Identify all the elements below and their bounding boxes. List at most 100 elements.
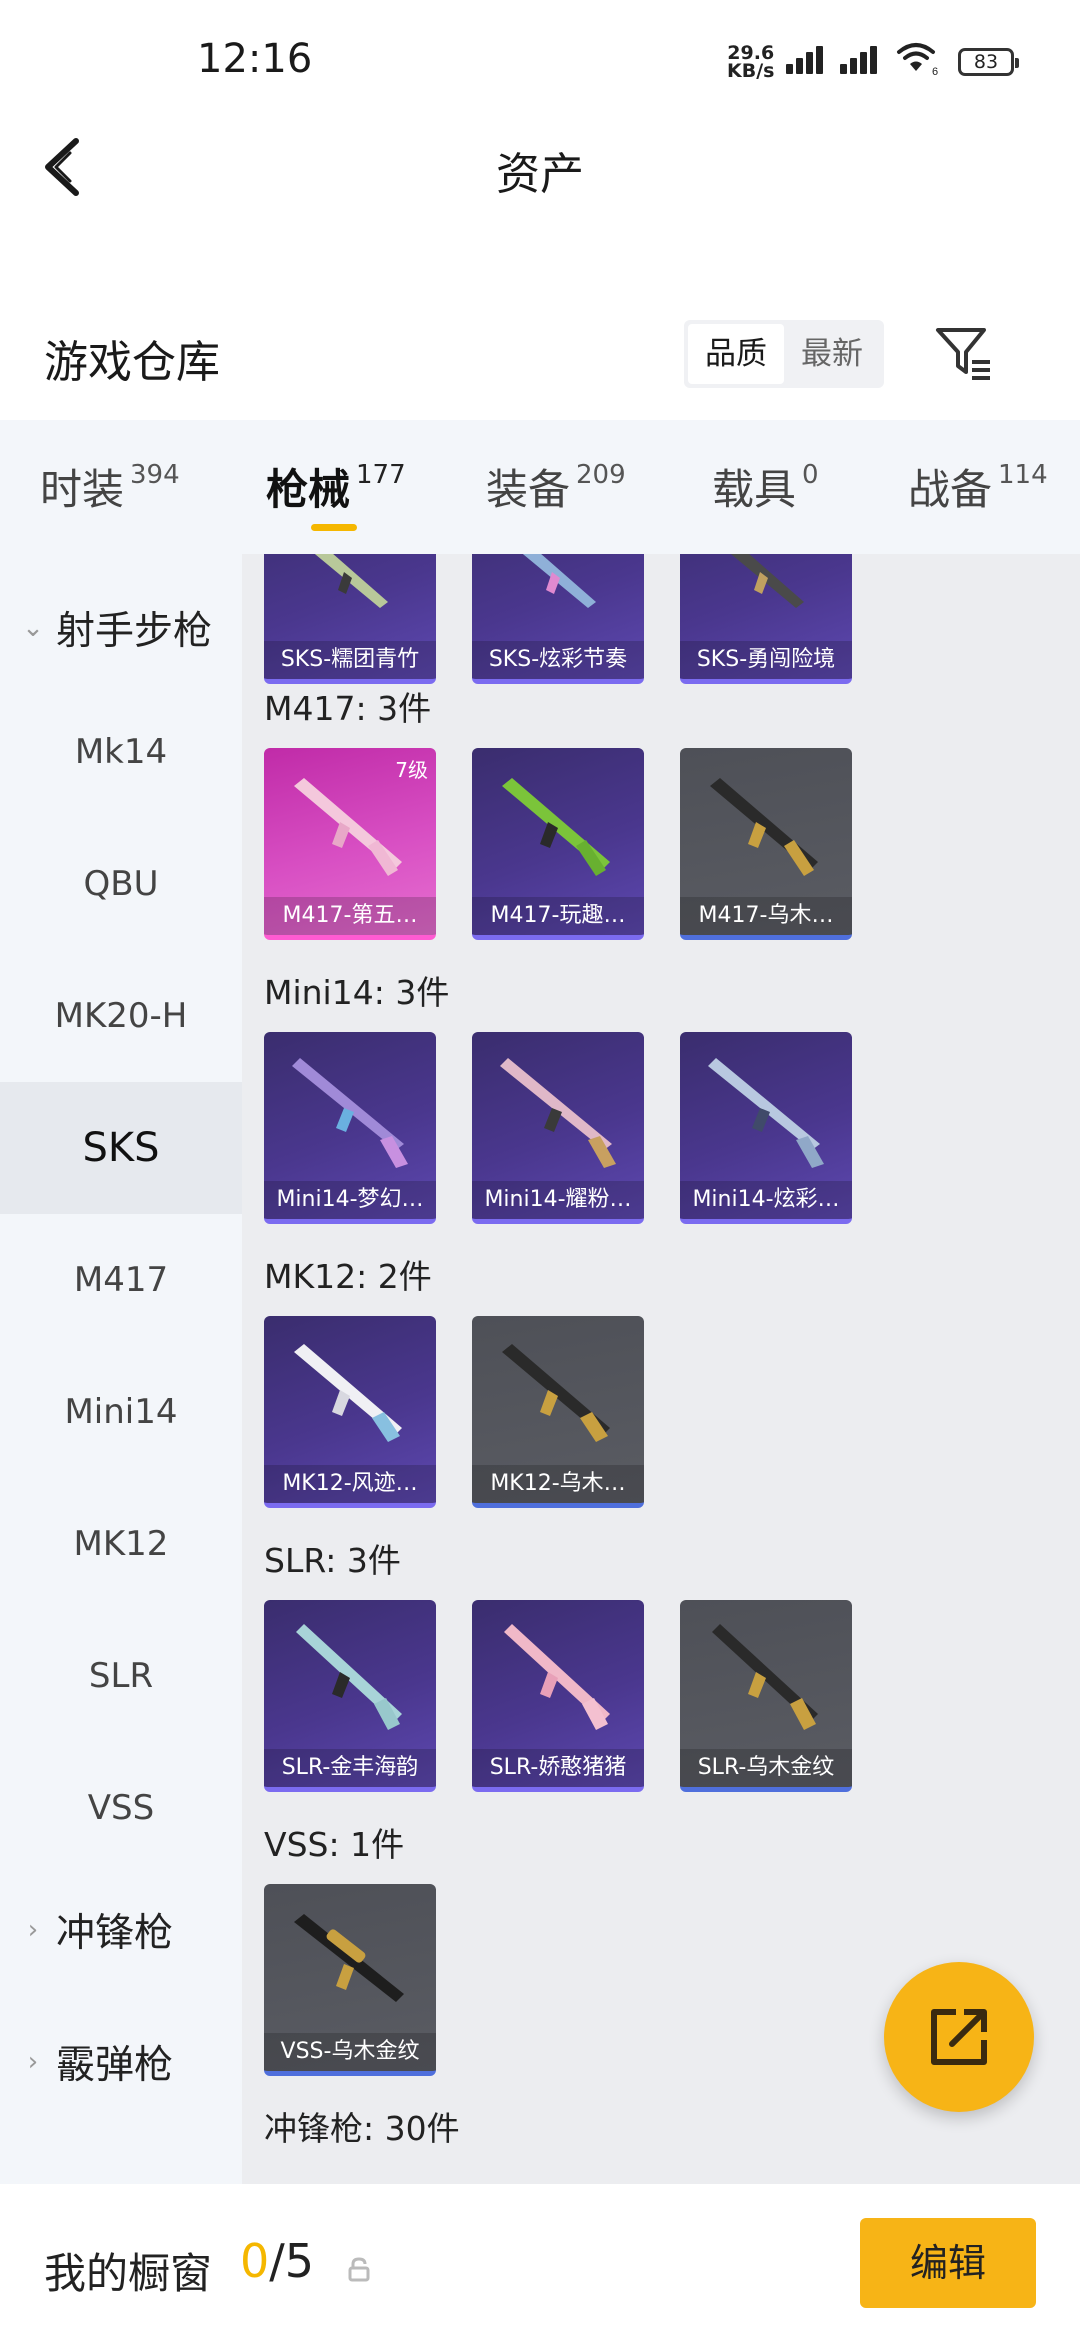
tab-count: 209 [576, 460, 626, 490]
sidebar-group-label: 射手步枪 [56, 609, 213, 654]
rifle-icon [712, 1624, 818, 1730]
lock-icon [348, 2257, 370, 2282]
showcase-label: 我的橱窗 [44, 2249, 213, 2298]
section-title: M417: 3件 [264, 689, 432, 728]
weapon-card-label: MK12-乌木… [472, 1465, 644, 1503]
weapon-card[interactable]: MK12-乌木… [472, 1316, 644, 1508]
sidebar-group-label: 霰弹枪 [56, 2043, 174, 2088]
sidebar-item-vss[interactable]: VSS [0, 1742, 242, 1874]
sidebar-item-mk14[interactable]: Mk14 [0, 686, 242, 818]
weapon-card-label: SLR-金丰海韵 [264, 1749, 436, 1787]
chevron-down-icon: ⌄ [22, 613, 44, 643]
weapon-card-label: M417-乌木… [680, 897, 852, 935]
weapon-card[interactable]: VSS-乌木金纹 [264, 1884, 436, 2076]
weapon-card[interactable]: 7级 M417-第五… [264, 748, 436, 940]
tab-vehicles[interactable]: 载具 0 [712, 456, 819, 517]
sidebar-item-mini14[interactable]: Mini14 [0, 1346, 242, 1478]
showcase-total: 5 [284, 2234, 315, 2288]
weapon-card-label: SLR-娇憨猪猪 [472, 1749, 644, 1787]
sidebar-item-slr[interactable]: SLR [0, 1610, 242, 1742]
sort-option-newest[interactable]: 最新 [784, 324, 880, 384]
sidebar-item-sks[interactable]: SKS [0, 1082, 242, 1214]
weapon-card-label: M417-第五… [264, 897, 436, 935]
weapon-type-sidebar: ⌄ 射手步枪 Mk14 QBU MK20-H SKS M417 Mini14 MK… [0, 554, 242, 2184]
tab-label: 战备 [908, 465, 993, 514]
network-speed: 29.6 KB/s [727, 44, 775, 82]
signal-icon [786, 46, 832, 74]
weapon-card[interactable]: Mini14-梦幻… [264, 1032, 436, 1224]
tab-firearms[interactable]: 枪械 177 [266, 456, 406, 517]
tab-count: 394 [130, 460, 180, 490]
weapon-card[interactable]: SKS-勇闯险境 [680, 554, 852, 684]
section-title: SLR: 3件 [264, 1541, 401, 1580]
sort-toggle: 品质 最新 [684, 320, 884, 388]
weapon-card-label: SKS-糯团青竹 [264, 641, 436, 679]
share-button[interactable] [884, 1962, 1034, 2112]
tab-equipment[interactable]: 装备 209 [486, 456, 626, 517]
sidebar-item-mk20h[interactable]: MK20-H [0, 950, 242, 1082]
section-title: Mini14: 3件 [264, 973, 450, 1012]
active-tab-indicator [311, 524, 357, 531]
weapon-card-label: Mini14-梦幻… [264, 1181, 436, 1219]
rifle-icon [294, 1914, 404, 2002]
sidebar-group-marksman-rifle[interactable]: ⌄ 射手步枪 [20, 600, 212, 656]
warehouse-title: 游戏仓库 [44, 337, 220, 388]
battery-icon: 83 [958, 48, 1019, 76]
category-tabs: 时装 394 枪械 177 装备 209 载具 0 战备 114 [0, 420, 1080, 554]
weapon-card[interactable]: MK12-风迹… [264, 1316, 436, 1508]
weapon-card[interactable]: SLR-乌木金纹 [680, 1600, 852, 1792]
network-speed-unit: KB/s [727, 60, 775, 82]
rifle-icon [294, 778, 402, 876]
weapon-level-badge: 7级 [395, 758, 428, 782]
sidebar-group-label: 冲锋枪 [56, 1911, 174, 1956]
status-bar: 12:16 29.6 KB/s 6 83 [0, 0, 1080, 120]
showcase-bar: 我的橱窗 0/5 编辑 [0, 2184, 1080, 2340]
chevron-right-icon: › [27, 2047, 39, 2077]
weapon-card[interactable]: Mini14-耀粉… [472, 1032, 644, 1224]
weapon-card-label: Mini14-炫彩… [680, 1181, 852, 1219]
weapon-card-label: SKS-炫彩节奏 [472, 641, 644, 679]
weapon-card[interactable]: SKS-糯团青竹 [264, 554, 436, 684]
tab-costume[interactable]: 时装 394 [40, 456, 180, 517]
weapon-card-label: SLR-乌木金纹 [680, 1749, 852, 1787]
tab-label: 载具 [712, 465, 797, 514]
showcase-separator: / [269, 2234, 285, 2288]
weapon-card[interactable]: M417-乌木… [680, 748, 852, 940]
rifle-icon [522, 554, 596, 608]
rifle-icon [730, 554, 804, 608]
signal-icon [840, 46, 886, 74]
sidebar-item-mk12[interactable]: MK12 [0, 1478, 242, 1610]
weapon-grid: SKS-糯团青竹 SKS-炫彩节奏 SKS-勇闯险境 M417: 3件 7级 M… [242, 554, 1080, 2184]
showcase-count: 0/5 [240, 2234, 314, 2288]
rifle-icon [314, 554, 388, 608]
weapon-card-label: M417-玩趣… [472, 897, 644, 935]
share-icon [931, 2009, 987, 2065]
tab-count: 177 [356, 460, 406, 490]
weapon-card[interactable]: SLR-金丰海韵 [264, 1600, 436, 1792]
sidebar-item-m417[interactable]: M417 [0, 1214, 242, 1346]
weapon-card[interactable]: SLR-娇憨猪猪 [472, 1600, 644, 1792]
sidebar-item-qbu[interactable]: QBU [0, 818, 242, 950]
tab-count: 114 [998, 460, 1048, 490]
rifle-icon [500, 1058, 616, 1168]
rifle-icon [708, 1058, 824, 1168]
rifle-icon [296, 1624, 402, 1730]
tab-gear[interactable]: 战备 114 [908, 456, 1048, 517]
sidebar-group-shotgun[interactable]: › 霰弹枪 [20, 2034, 173, 2090]
wifi-icon: 6 [897, 43, 938, 76]
sort-option-quality[interactable]: 品质 [688, 324, 784, 384]
rifle-icon [502, 1344, 610, 1442]
rifle-icon [502, 778, 610, 876]
wifi-badge: 6 [932, 66, 938, 76]
edit-button[interactable]: 编辑 [860, 2218, 1036, 2308]
filter-icon[interactable] [934, 322, 992, 380]
chevron-right-icon: › [27, 1915, 39, 1945]
rifle-icon [710, 778, 818, 876]
weapon-card[interactable]: SKS-炫彩节奏 [472, 554, 644, 684]
weapon-card-label: SKS-勇闯险境 [680, 641, 852, 679]
status-time: 12:16 [197, 36, 313, 82]
rifle-icon [504, 1624, 610, 1730]
weapon-card[interactable]: M417-玩趣… [472, 748, 644, 940]
sidebar-group-smg[interactable]: › 冲锋枪 [20, 1902, 173, 1958]
weapon-card[interactable]: Mini14-炫彩… [680, 1032, 852, 1224]
